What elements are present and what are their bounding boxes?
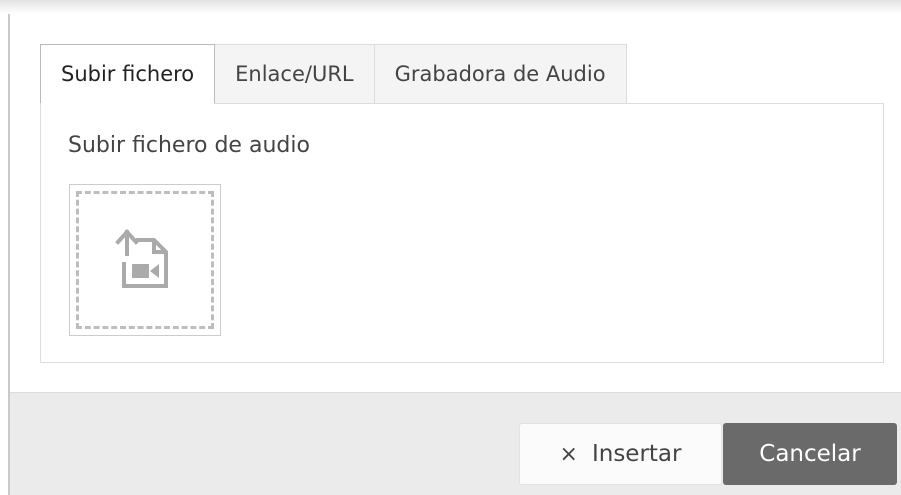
- panel-title: Subir fichero de audio: [68, 133, 310, 158]
- dialog-top-shadow: [0, 0, 901, 14]
- close-icon: ×: [559, 441, 578, 467]
- insert-button[interactable]: × Insertar: [519, 423, 722, 485]
- cancel-button[interactable]: Cancelar: [723, 423, 897, 485]
- tab-subir-fichero[interactable]: Subir fichero: [40, 44, 216, 104]
- cancel-button-label: Cancelar: [759, 441, 861, 467]
- dialog-footer: × Insertar Cancelar: [10, 392, 901, 495]
- tab-label: Grabadora de Audio: [394, 62, 606, 86]
- file-upload-video-icon: [114, 228, 172, 290]
- insert-button-label: Insertar: [591, 441, 682, 467]
- tab-label: Subir fichero: [61, 62, 195, 86]
- tab-panel-subir-fichero: Subir fichero de audio: [40, 103, 884, 363]
- dialog-window: Subir fichero Enlace/URL Grabadora de Au…: [0, 0, 901, 495]
- tab-label: Enlace/URL: [235, 62, 354, 86]
- tab-bar: Subir fichero Enlace/URL Grabadora de Au…: [40, 44, 627, 104]
- tab-enlace-url[interactable]: Enlace/URL: [215, 44, 375, 104]
- upload-file-dropzone[interactable]: [69, 184, 221, 336]
- dialog-body: Subir fichero Enlace/URL Grabadora de Au…: [10, 14, 901, 392]
- tab-grabadora-audio[interactable]: Grabadora de Audio: [374, 44, 627, 104]
